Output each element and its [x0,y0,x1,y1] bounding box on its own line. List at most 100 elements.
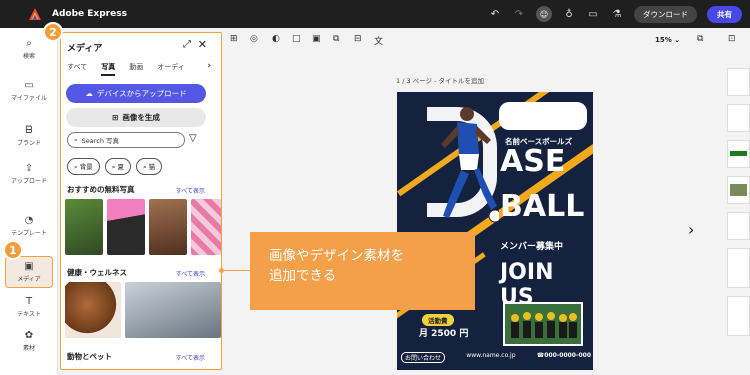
lightbulb-icon[interactable]: ♁ [562,9,576,20]
translate-icon[interactable]: 文 [374,34,383,47]
expand-icon[interactable]: ⤢ [183,39,191,50]
poster-canvas[interactable]: 名前ベースボールズ ASE BALL メンバー募集中 JOIN US 活動費 月… [397,92,593,370]
group-icon[interactable]: ⊟ [354,34,362,44]
photo-thumbnail[interactable] [149,199,187,255]
left-rail: ⌕ 検索 ▭ マイファイル ᗷ ブランド ⇪ アップロード ◔ テンプレート ▣ メディア … [0,28,58,375]
photo-thumbnail[interactable] [125,282,221,338]
rail-item-templates[interactable]: ◔ テンプレート [5,215,53,237]
rail-item-text[interactable]: T テキスト [5,296,53,318]
rail-item-media[interactable]: ▣ メディア [5,256,53,288]
see-all-link[interactable]: すべて表示 [176,353,205,362]
rail-item-label: ブランド [16,140,41,147]
rail-item-label: 素材 [22,345,35,352]
zoom-value: 15% [655,36,672,44]
redo-icon[interactable]: ↷ [512,9,526,20]
page-label[interactable]: 1 / 3 ページ - タイトルを追加 [396,75,484,85]
media-icon: ▣ [24,261,34,272]
poster-recruit: メンバー募集中 [500,242,564,252]
comment-icon[interactable]: ▭ [586,9,600,20]
adobe-express-logo [28,7,42,21]
template-icon: ◔ [24,215,34,226]
section-title-free-photos: おすすめの無料写真 [67,185,135,194]
generate-image-button[interactable]: ⊞ 画像を生成 [66,108,206,127]
rail-item-elements[interactable]: ✿ 素材 [5,330,53,352]
chevron-right-icon[interactable]: › [207,61,211,71]
tab-photos[interactable]: 写真 [101,62,116,76]
layers-icon[interactable]: ⧉ [333,34,339,44]
media-tabs: すべて 写真 動画 オーディ [67,62,185,76]
page-thumbnail[interactable] [727,176,750,204]
thumbnail-content [730,151,747,156]
image-sparkle-icon: ⊞ [112,113,119,122]
text-icon: T [25,296,33,307]
tab-audio[interactable]: オーディ [157,62,185,76]
chip-summer[interactable]: ⌕ 夏 [104,158,131,175]
photo-thumbnail[interactable] [65,199,103,255]
download-button[interactable]: ダウンロード [634,5,697,23]
poster-word-ball: BALL [500,189,585,224]
callout-line-1: 画像やデザイン素材を [269,248,404,264]
page-thumbnail[interactable] [727,104,750,132]
chip-label: 背景 [79,163,93,171]
photo-thumbnail[interactable] [107,199,145,255]
page-thumbnail[interactable] [727,68,750,96]
photo-thumbnail[interactable] [65,282,121,338]
photo-thumbnail[interactable] [191,199,221,255]
step-badge-1: 1 [3,240,23,260]
rail-item-label: テキスト [17,311,41,318]
page-thumbnail[interactable] [727,140,750,168]
chip-label: 夏 [117,163,124,171]
pages-icon[interactable]: ⧉ [697,34,703,44]
effects-icon[interactable]: ◎ [250,34,258,44]
team-photo [503,302,583,346]
page-thumbnail[interactable] [727,212,750,240]
chip-cat[interactable]: ⌕ 猫 [135,158,163,175]
undo-icon[interactable]: ↶ [488,9,502,20]
app-title: Adobe Express [52,9,127,19]
callout-box: 画像やデザイン素材を 追加できる [250,232,475,310]
see-all-link[interactable]: すべて表示 [176,269,205,278]
chip-label: 猫 [148,163,156,171]
folder-icon: ▭ [24,80,34,91]
rail-item-upload[interactable]: ⇪ アップロード [5,163,53,185]
page-thumbnail[interactable] [727,296,750,336]
filter-icon[interactable]: ▽ [189,133,197,144]
generate-label: 画像を生成 [122,113,160,122]
close-icon[interactable]: ✕ [198,38,207,51]
media-panel: メディア ⤢ ✕ すべて 写真 動画 オーディ › ☁ デバイスからアップロード … [60,32,222,370]
account-icon[interactable]: ☺ [536,6,552,22]
upload-from-device-button[interactable]: ☁ デバイスからアップロード [66,84,206,103]
search-input[interactable]: ⌕ Search 写真 [67,132,185,148]
rail-item-search[interactable]: ⌕ 検索 [5,38,53,60]
mask-icon[interactable]: ▣ [312,34,321,44]
page-thumbnail[interactable] [727,248,750,288]
tab-all[interactable]: すべて [67,62,87,76]
rail-item-brand[interactable]: ᗷ ブランド [5,125,53,147]
poster-footer: お問い合わせ www.name.co.jp ☎000-0000-000 [401,352,591,363]
chip-background[interactable]: ⌕ 背景 [67,158,100,175]
tab-videos[interactable]: 動画 [129,62,143,76]
top-bar: Adobe Express ↶ ↷ ☺ ♁ ▭ ⚗ ダウンロード 共有 [0,0,750,28]
poster-word-ase: ASE [500,144,566,179]
adjust-icon[interactable]: ◐ [272,34,280,44]
section-title-wellness: 健康・ウェルネス [67,268,127,277]
search-placeholder: Search 写真 [81,137,120,145]
poster-url: www.name.co.jp [466,352,516,359]
player-graphic [441,107,499,223]
more-icon[interactable]: ⊡ [728,34,736,44]
speech-bubble [499,102,587,130]
border-icon[interactable]: □ [292,34,301,44]
flask-icon[interactable]: ⚗ [610,9,624,20]
zoom-level[interactable]: 15% ⌄ [655,36,680,44]
crop-icon[interactable]: ⊞ [230,34,238,44]
upload-label: デバイスからアップロード [96,89,187,98]
rail-item-label: テンプレート [11,230,47,237]
rail-item-label: アップロード [10,178,47,185]
brand-icon: ᗷ [25,125,33,136]
share-button[interactable]: 共有 [707,5,742,23]
poster-fee-label: 活動費 [422,314,454,326]
thumbnail-content [730,184,747,196]
see-all-link[interactable]: すべて表示 [176,186,205,195]
rail-item-my-files[interactable]: ▭ マイファイル [5,80,53,102]
next-page-arrow-icon[interactable]: › [688,220,694,239]
